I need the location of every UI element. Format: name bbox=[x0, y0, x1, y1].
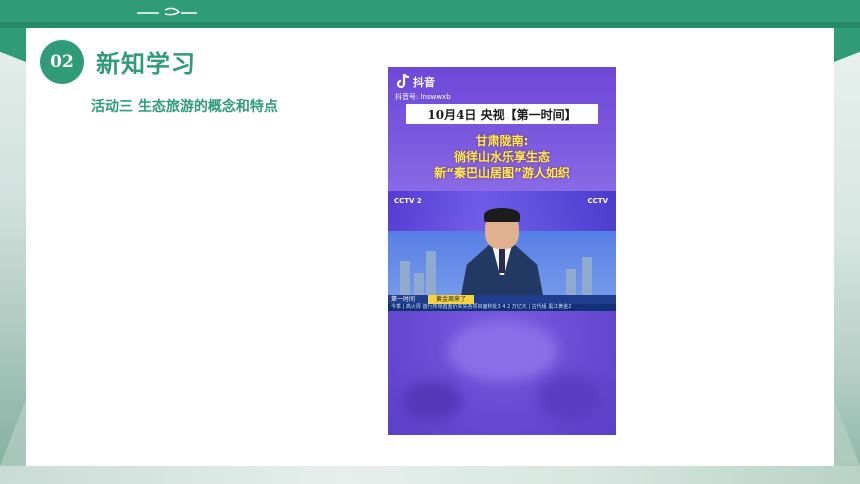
section-title: 新知学习 bbox=[96, 50, 196, 78]
headline-line: 徜徉山水乐享生态 bbox=[453, 150, 550, 164]
skyline-building bbox=[426, 251, 436, 299]
video-title-area: 抖音 抖音号: lnswwxb 10月4日 央视【第一时间】 甘肃陇南: 徜徉山… bbox=[388, 67, 616, 191]
headline-line: 新“秦巴山居图”游人如织 bbox=[434, 166, 570, 180]
anchor-hair bbox=[484, 208, 520, 222]
headline-line: 甘肃陇南: bbox=[475, 134, 529, 148]
account-id: 抖音号: lnswwxb bbox=[395, 93, 451, 101]
section-number-badge: 02 bbox=[40, 40, 84, 84]
blurred-video-background bbox=[388, 311, 616, 435]
ticker-tag: 黄金周来了 bbox=[428, 295, 474, 304]
blur-shape bbox=[402, 381, 462, 421]
tiktok-icon bbox=[396, 73, 410, 89]
date-banner: 10月4日 央视【第一时间】 bbox=[406, 104, 598, 124]
blur-shape bbox=[538, 375, 602, 421]
activity-label: 活动三 生态旅游的概念和特点 bbox=[91, 99, 278, 115]
news-video-player[interactable]: 抖音 抖音号: lnswwxb 10月4日 央视【第一时间】 甘肃陇南: 徜徉山… bbox=[388, 67, 616, 435]
crawl-text: 今季 | 高火周 首行所领首金价实实各项目面积处3 4 2 万亿元 | 古代组 … bbox=[391, 304, 572, 310]
app-name: 抖音 bbox=[413, 76, 435, 89]
anchor-tie bbox=[499, 249, 505, 273]
skyline-building bbox=[582, 257, 592, 299]
blur-shape bbox=[448, 321, 558, 381]
news-ticker: 第一时间 黄金周来了 bbox=[388, 295, 616, 304]
news-studio-frame: CCTV 2 CCTV 第一时间 黄金周来了 今季 | 高火周 首行所领首金价实… bbox=[388, 191, 616, 311]
skyline-building bbox=[400, 261, 410, 299]
cctv-logo: CCTV 2 bbox=[394, 197, 422, 205]
program-name: 第一时间 bbox=[391, 296, 416, 303]
top-banner bbox=[0, 0, 860, 28]
news-crawl: 今季 | 高火周 首行所领首金价实实各项目面积处3 4 2 万亿元 | 古代组 … bbox=[388, 304, 616, 311]
ornament-icon bbox=[137, 7, 197, 16]
cctv-logo: CCTV bbox=[587, 197, 608, 205]
bottom-landscape-band bbox=[0, 466, 860, 484]
video-headline: 甘肃陇南: 徜徉山水乐享生态 新“秦巴山居图”游人如织 bbox=[402, 133, 602, 181]
